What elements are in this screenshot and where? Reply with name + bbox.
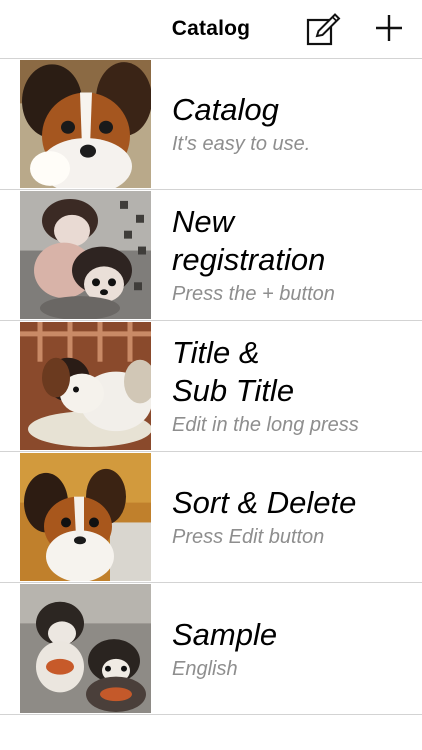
- row-title: Catalog: [172, 92, 279, 127]
- row-text: New registration Press the + button: [172, 203, 412, 307]
- page-title: Catalog: [171, 17, 251, 40]
- edit-button[interactable]: [305, 12, 343, 48]
- row-title: New registration: [172, 204, 326, 277]
- row-subtitle: English: [172, 657, 238, 680]
- list-item[interactable]: Title & Sub Title Edit in the long press: [0, 320, 422, 451]
- row-subtitle: Edit in the long press: [172, 414, 359, 436]
- add-button[interactable]: [372, 11, 406, 45]
- list-item[interactable]: Sort & Delete Press Edit button: [0, 451, 422, 582]
- list-item[interactable]: Sample English: [0, 582, 422, 715]
- row-subtitle: Press Edit button: [172, 526, 325, 548]
- plus-icon: [376, 15, 402, 41]
- row-text: Sort & Delete Press Edit button: [172, 484, 412, 550]
- row-title: Title & Sub Title: [172, 335, 295, 408]
- papillon-sitting: [20, 453, 151, 581]
- catalog-list: Catalog It's easy to use. New registrati…: [0, 58, 422, 715]
- papillon-on-cushion: [20, 322, 151, 450]
- list-item[interactable]: Catalog It's easy to use.: [0, 58, 422, 189]
- list-item[interactable]: New registration Press the + button: [0, 189, 422, 320]
- compose-icon: [306, 13, 341, 46]
- row-text: Catalog It's easy to use.: [172, 91, 412, 157]
- row-subtitle: It's easy to use.: [172, 133, 311, 155]
- row-subtitle: Press the + button: [172, 283, 335, 305]
- row-title: Sample: [172, 616, 278, 652]
- row-text: Title & Sub Title Edit in the long press: [172, 334, 412, 438]
- two-papillon-dogs: [20, 191, 151, 319]
- row-text: Sample English: [172, 616, 412, 682]
- two-dogs-outdoors: [20, 584, 151, 713]
- navigation-bar: Catalog: [0, 0, 422, 58]
- row-title: Sort & Delete: [172, 485, 357, 520]
- papillon-dog-closeup: [20, 60, 151, 188]
